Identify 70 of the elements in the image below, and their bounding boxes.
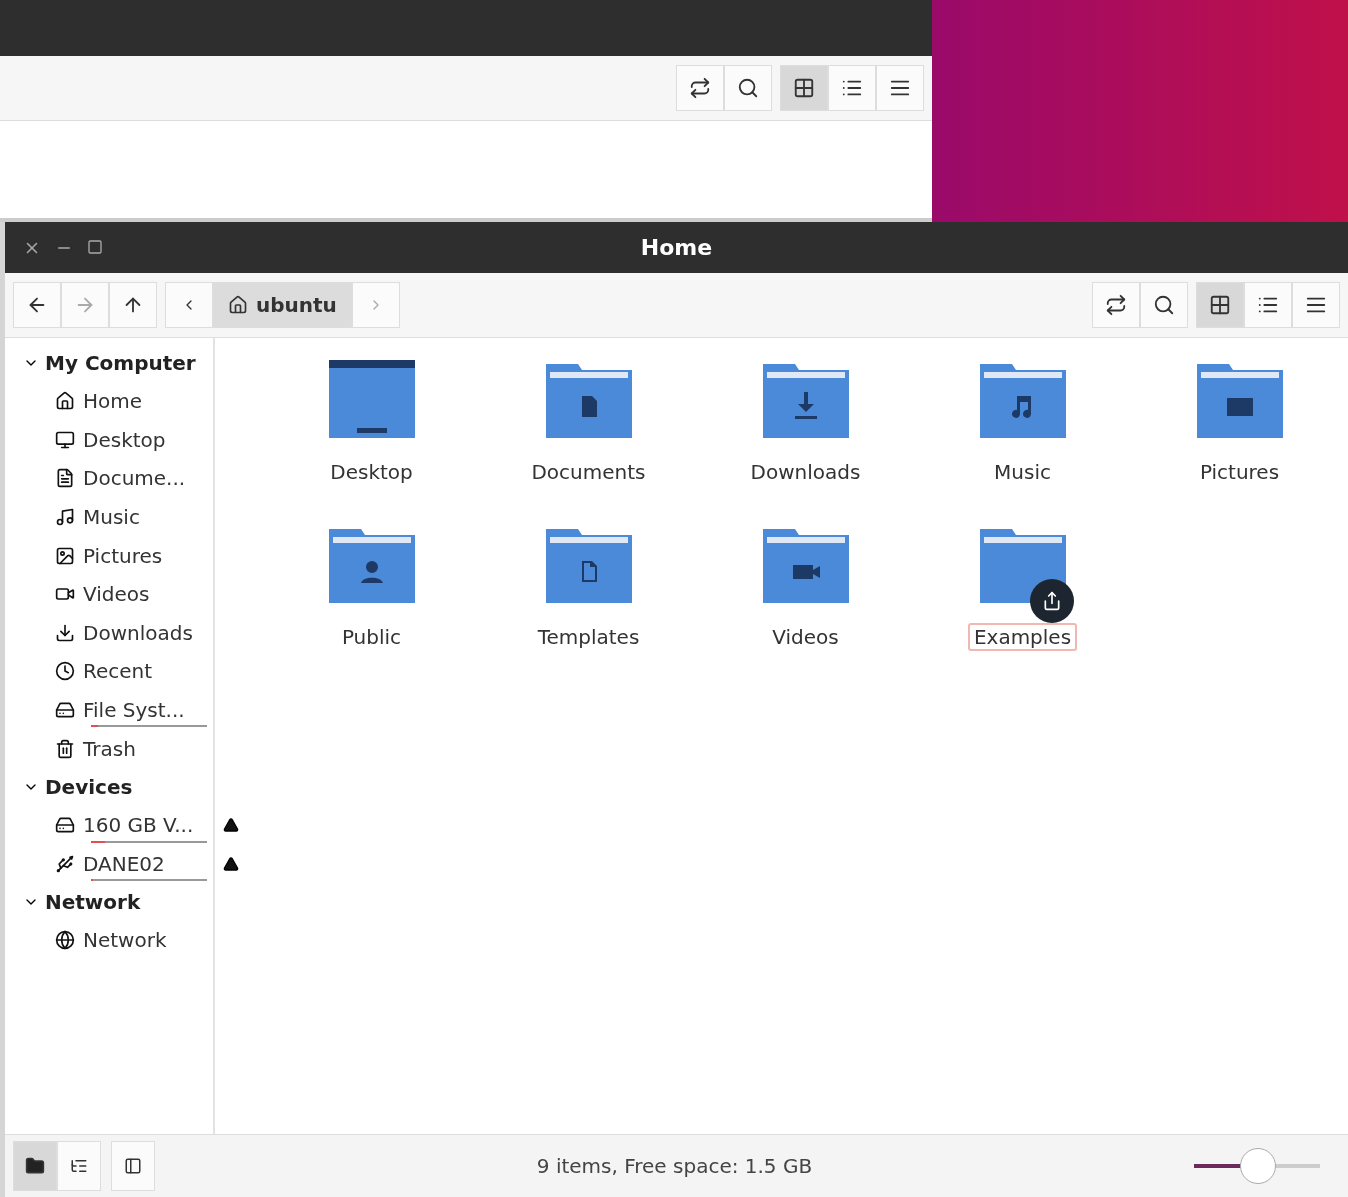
globe-icon (55, 930, 75, 951)
grid-icon (1209, 294, 1231, 316)
search-icon (1153, 294, 1175, 316)
icon-view-button[interactable] (1196, 282, 1244, 328)
drive-icon (55, 815, 75, 836)
compact-view-button[interactable] (876, 65, 924, 111)
sidebar-item[interactable]: Videos (83, 582, 150, 607)
picture-icon (55, 545, 75, 566)
trash-icon (55, 738, 75, 759)
list-view-button[interactable] (828, 65, 876, 111)
location-toggle-button[interactable] (676, 65, 724, 111)
sidebar-item[interactable]: Docume... (83, 466, 186, 491)
toggle-icon (689, 77, 711, 99)
slider-thumb[interactable] (1240, 1148, 1276, 1184)
file-label[interactable]: Documents (525, 458, 652, 486)
sidebar-item[interactable]: Network (83, 928, 167, 953)
usb-icon (55, 853, 75, 874)
sidebar-item[interactable]: File Syst... (83, 698, 185, 723)
file-label[interactable]: Videos (766, 623, 845, 651)
up-button[interactable] (109, 282, 157, 328)
file-label[interactable]: Desktop (324, 458, 419, 486)
folder-icon (328, 360, 415, 440)
sidebar-item[interactable]: Desktop (83, 427, 166, 452)
file-label[interactable]: Downloads (744, 458, 867, 486)
clock-icon (55, 661, 75, 682)
sidebar-toggle-button[interactable] (111, 1141, 155, 1191)
download-icon (55, 622, 75, 643)
location-toggle-button[interactable] (1092, 282, 1140, 328)
search-button[interactable] (1140, 282, 1188, 328)
sidebar-item[interactable]: Trash (83, 736, 136, 761)
file-label[interactable]: Pictures (1193, 458, 1286, 486)
search-button[interactable] (724, 65, 772, 111)
sidebar-item[interactable]: Home (83, 389, 143, 414)
sidebar-item[interactable]: Music (83, 505, 140, 530)
drive-icon (55, 700, 75, 721)
back-button[interactable] (13, 282, 61, 328)
file-label[interactable]: Examples (967, 623, 1078, 651)
places-pane-button[interactable] (13, 1141, 57, 1191)
toggle-icon (1105, 294, 1127, 316)
file-label[interactable]: Public (335, 623, 408, 651)
search-icon (737, 77, 759, 99)
sidebar-item[interactable]: 160 GB V... (83, 813, 194, 838)
file-label[interactable]: Music (988, 458, 1057, 486)
sidebar-item[interactable]: Recent (83, 659, 153, 684)
home-icon (55, 391, 75, 412)
document-icon (55, 468, 75, 489)
panel-icon (124, 1157, 142, 1175)
sidebar-section-title: Devices (45, 774, 133, 799)
maximize-icon[interactable] (87, 238, 103, 255)
sidebar-item[interactable]: Downloads (83, 620, 193, 645)
music-note-icon (55, 507, 75, 528)
path-button[interactable]: ubuntu (213, 282, 352, 328)
window-title: Home (640, 235, 713, 260)
sidebar-item[interactable]: DANE02 (83, 851, 165, 876)
tree-icon (70, 1157, 88, 1175)
monitor-icon (55, 429, 75, 450)
sidebar-section-title: My Computer (45, 351, 196, 375)
sidebar-section-title: Network (45, 890, 141, 915)
icon-view-button[interactable] (780, 65, 828, 111)
status-text: 9 items, Free space: 1.5 GB (535, 1154, 814, 1178)
sidebar-item[interactable]: Pictures (83, 543, 163, 568)
folder-icon (25, 1156, 45, 1176)
tree-pane-button[interactable] (57, 1141, 101, 1191)
compact-view-button[interactable] (1292, 282, 1340, 328)
file-label[interactable]: Templates (531, 623, 646, 651)
home-icon (228, 295, 248, 315)
grid-icon (793, 77, 815, 99)
eject-icon[interactable] (223, 817, 239, 834)
list-view-button[interactable] (1244, 282, 1292, 328)
eject-icon[interactable] (223, 855, 239, 872)
